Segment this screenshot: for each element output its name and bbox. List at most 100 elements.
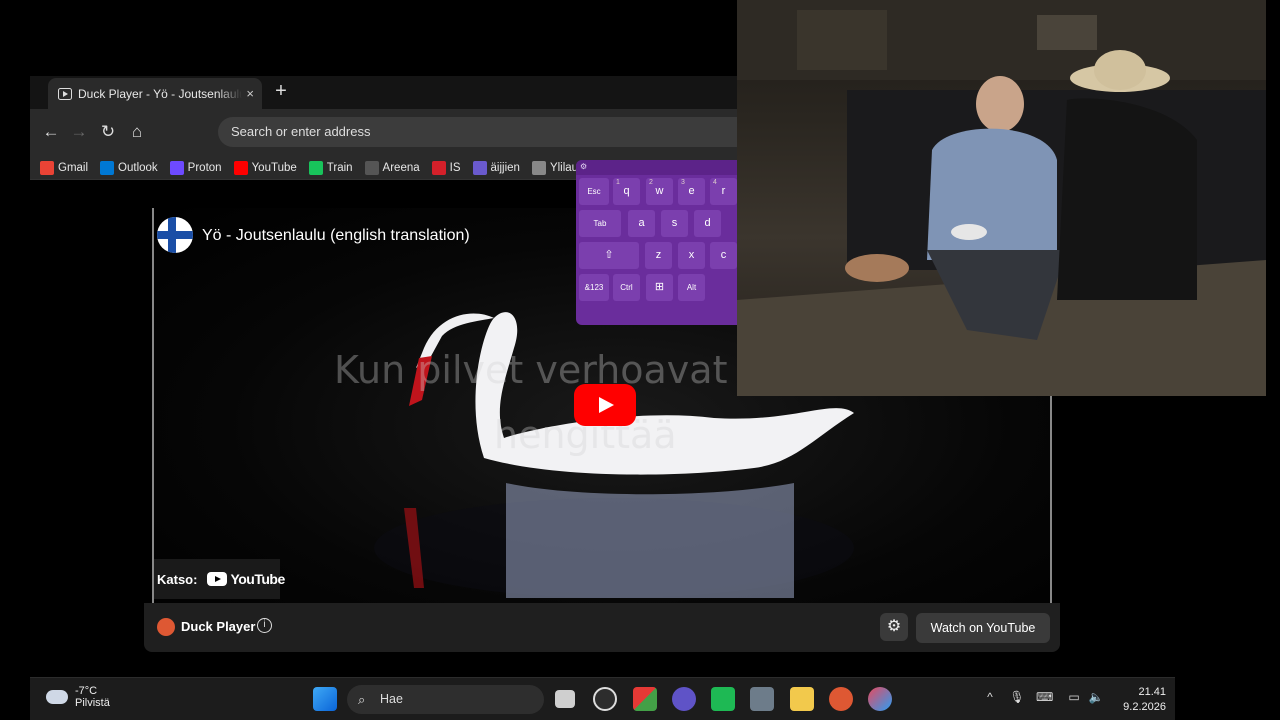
key-label: x <box>688 249 695 261</box>
key-label: z <box>655 249 662 261</box>
back-arrow-icon[interactable]: ← <box>39 121 63 145</box>
play-icon <box>599 397 614 413</box>
extra-app-icon[interactable] <box>868 687 892 711</box>
file-explorer-icon[interactable] <box>790 687 814 711</box>
bookmark-proton[interactable]: Proton <box>169 160 222 175</box>
key-Alt[interactable]: Alt <box>678 274 705 301</box>
bookmark-gmail[interactable]: Gmail <box>40 160 89 175</box>
info-icon[interactable]: i <box>257 618 272 633</box>
duck-player-footer: Duck Player i ⚙ Watch on YouTube <box>144 603 1060 652</box>
key-d[interactable]: d <box>694 210 721 237</box>
aijjien-icon <box>472 160 487 175</box>
camera-app-icon[interactable] <box>672 687 696 711</box>
bookmark-is[interactable]: IS <box>431 160 461 175</box>
key-symbol[interactable]: ⊞ <box>646 274 673 301</box>
channel-avatar-finnish-flag[interactable] <box>157 217 193 253</box>
play-button[interactable] <box>574 384 636 426</box>
keyboard-settings-icon[interactable]: ⚙ <box>580 162 587 171</box>
watch-on-youtube-button[interactable]: Watch on YouTube <box>916 613 1050 643</box>
slides-app-icon[interactable] <box>633 687 657 711</box>
key-label: r <box>721 185 726 197</box>
youtube-wordmark: YouTube <box>230 571 285 587</box>
ylilauta-icon <box>531 160 546 175</box>
key-r[interactable]: r4 <box>710 178 737 205</box>
train-icon <box>308 160 323 175</box>
key-number-hint: 3 <box>681 179 685 186</box>
network-icon[interactable]: ▭ <box>1066 690 1082 708</box>
taskbar-search[interactable]: ⌕ Hae <box>347 685 544 714</box>
search-placeholder: Hae <box>380 692 403 706</box>
youtube-play-icon <box>207 572 228 586</box>
key-x[interactable]: x <box>678 242 705 269</box>
key-Esc[interactable]: Esc <box>579 178 609 205</box>
webcam-overlay <box>737 0 1266 396</box>
tab-duck-player[interactable]: Duck Player - Yö - Joutsenlaulu × <box>48 78 262 109</box>
bookmark-youtube[interactable]: YouTube <box>233 160 297 175</box>
key-number-hint: 1 <box>616 179 620 186</box>
home-icon[interactable]: ⌂ <box>125 121 149 145</box>
bookmark-label: YouTube <box>251 161 297 174</box>
key-q[interactable]: q1 <box>613 178 640 205</box>
key-label: ⊞ <box>654 281 665 293</box>
key-label: Alt <box>686 283 697 292</box>
on-screen-keyboard[interactable]: ⚙ Esc q 1 w 2 e 3 r 4 Tab a s d ⇧ z x c &123 Ctrl ⊞ Alt <box>576 160 738 325</box>
youtube-logo: YouTube <box>207 571 285 587</box>
bookmark-train[interactable]: Train <box>308 160 353 175</box>
address-bar[interactable]: Search or enter address <box>218 117 778 147</box>
bookmark-label: Outlook <box>118 161 158 174</box>
key-z[interactable]: z <box>645 242 672 269</box>
system-clock[interactable]: 21.41 9.2.2026 <box>1116 685 1166 715</box>
key-label: w <box>655 185 664 197</box>
bookmark-outlook[interactable]: Outlook <box>100 160 158 175</box>
bookmark-areena[interactable]: Areena <box>364 160 420 175</box>
key-label: ⇧ <box>604 249 614 261</box>
bookmark-äijjien[interactable]: äijjien <box>472 160 520 175</box>
key-symbol[interactable]: ⇧ <box>579 242 639 269</box>
new-tab-button[interactable]: + <box>270 80 292 104</box>
key-label: Tab <box>593 219 607 228</box>
keyboard-icon[interactable]: ⌨ <box>1036 690 1053 708</box>
clock-date: 9.2.2026 <box>1123 701 1166 713</box>
key-label: a <box>638 217 645 229</box>
key-label: d <box>704 217 711 229</box>
microphone-icon[interactable]: 🎙 <box>1009 690 1025 708</box>
is-icon <box>431 160 446 175</box>
duck-player-label: Duck Player <box>181 619 256 634</box>
key-123[interactable]: &123 <box>579 274 609 301</box>
key-s[interactable]: s <box>661 210 688 237</box>
key-w[interactable]: w2 <box>646 178 673 205</box>
chevron-up-icon[interactable]: ^ <box>982 690 998 708</box>
watch-on-youtube-badge[interactable]: Katso: YouTube <box>154 559 285 599</box>
start-windows-icon[interactable] <box>313 687 337 711</box>
video-title[interactable]: Yö - Joutsenlaulu (english translation) <box>202 227 470 245</box>
spreadsheet-app-icon[interactable] <box>711 687 735 711</box>
reload-icon[interactable]: ↻ <box>96 121 120 145</box>
key-label: &123 <box>584 283 604 292</box>
bookmark-label: Areena <box>382 161 420 174</box>
key-Ctrl[interactable]: Ctrl <box>613 274 640 301</box>
settings-gear-icon[interactable]: ⚙ <box>880 613 908 641</box>
bookmark-label: Gmail <box>58 161 89 174</box>
key-number-hint: 2 <box>649 179 653 186</box>
webcam-feed-image <box>737 0 1266 396</box>
key-a[interactable]: a <box>628 210 655 237</box>
key-Tab[interactable]: Tab <box>579 210 621 237</box>
duckduckgo-browser-icon[interactable] <box>829 687 853 711</box>
duckduckgo-logo-icon <box>157 618 175 636</box>
key-e[interactable]: e3 <box>678 178 705 205</box>
key-number-hint: 4 <box>713 179 717 186</box>
tab-title: Duck Player - Yö - Joutsenlaulu <box>78 86 243 101</box>
weather-description: Pilvistä <box>75 697 110 709</box>
weather-widget[interactable]: -7°C Pilvistä <box>46 685 110 709</box>
chrome-like-browser-icon[interactable] <box>593 687 617 711</box>
cloud-icon <box>46 690 68 704</box>
key-c[interactable]: c <box>710 242 737 269</box>
calculator-icon[interactable] <box>750 687 774 711</box>
areena-icon <box>364 160 379 175</box>
task-view-icon[interactable] <box>555 690 575 708</box>
forward-arrow-icon[interactable]: → <box>67 121 91 145</box>
volume-icon[interactable]: 🔈 <box>1088 690 1104 708</box>
key-label: e <box>688 185 695 197</box>
key-label: q <box>623 185 630 197</box>
tab-close-icon[interactable]: × <box>246 86 254 101</box>
